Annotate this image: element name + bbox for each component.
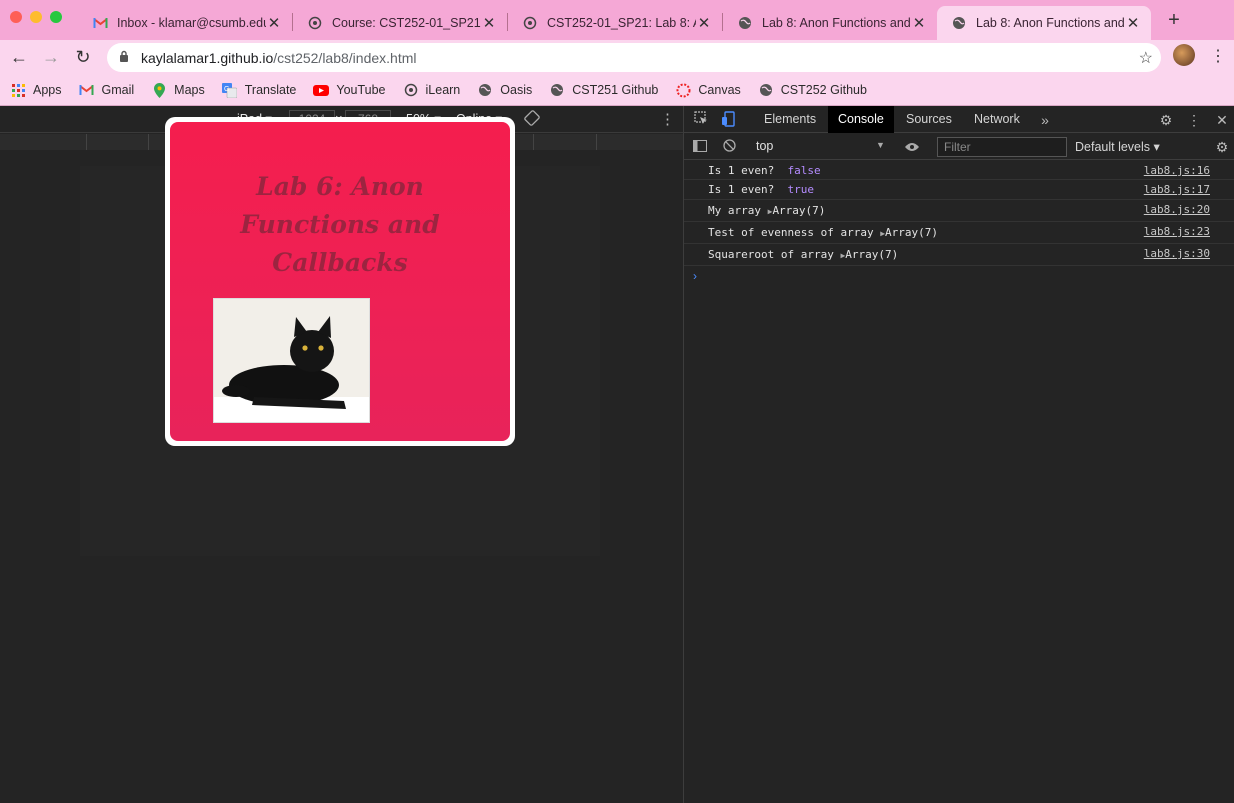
bookmark-gmail[interactable]: Gmail [79,82,134,98]
lock-icon [119,50,133,65]
ilearn-icon [307,15,323,31]
cat-photo [213,298,370,423]
translate-icon: G [222,82,238,98]
close-tab-icon[interactable]: ✕ [911,14,927,32]
source-link[interactable]: lab8.js:20 [1144,203,1210,216]
browser-tab[interactable]: Lab 8: Anon Functions and ✕ [723,6,937,40]
globe-icon [737,15,753,31]
ilearn-icon [403,82,419,98]
bookmark-maps[interactable]: Maps [151,82,205,98]
url-host: kaylalamar1.github.io [141,49,274,66]
source-link[interactable]: lab8.js:30 [1144,247,1210,260]
bookmark-oasis[interactable]: Oasis [477,82,532,98]
bookmark-ilearn[interactable]: iLearn [403,82,460,98]
url-path: /cst252/lab8/index.html [273,49,417,66]
browser-tab[interactable]: CST252-01_SP21: Lab 8: A ✕ [508,6,722,40]
source-link[interactable]: lab8.js:16 [1144,164,1210,177]
bookmark-translate[interactable]: G Translate [222,82,296,98]
page-title: Lab 6: Anon Functions and Callbacks [240,172,440,277]
tab-console[interactable]: Console [828,106,894,133]
lab-card-inner: Lab 6: Anon Functions and Callbacks [170,122,510,441]
tab-elements[interactable]: Elements [754,106,826,133]
devtools-tabbar: Elements Console Sources Network » ⚙ ⋮ ✕ [684,106,1234,133]
bookmark-youtube[interactable]: YouTube [313,82,386,98]
inspect-element-icon[interactable] [692,111,710,129]
browser-tab-active[interactable]: Lab 8: Anon Functions and ✕ [937,6,1151,40]
svg-text:G: G [224,86,229,93]
rotate-icon[interactable] [524,110,540,129]
profile-avatar[interactable] [1173,44,1195,66]
close-tab-icon[interactable]: ✕ [266,14,282,32]
bookmarks-bar: Apps Gmail Maps G Translate YouTube iLea… [0,75,1234,106]
devtools-panel: Elements Console Sources Network » ⚙ ⋮ ✕… [683,106,1234,803]
bookmark-canvas[interactable]: Canvas [675,82,741,98]
close-devtools-icon[interactable]: ✕ [1213,111,1231,129]
source-link[interactable]: lab8.js:17 [1144,183,1210,196]
bookmark-apps[interactable]: Apps [10,82,62,98]
globe-icon [549,82,565,98]
close-tab-icon[interactable]: ✕ [696,14,712,32]
sidebar-toggle-icon[interactable] [691,138,709,156]
reload-icon[interactable]: ↻ [71,46,95,70]
browser-toolbar: ← → ↻ kaylalamar1.github.io/cst252/lab8/… [0,40,1234,75]
device-more-icon[interactable]: ⋮ [660,110,675,128]
address-bar[interactable]: kaylalamar1.github.io/cst252/lab8/index.… [107,43,1161,72]
browser-tab[interactable]: Course: CST252-01_SP21: ✕ [293,6,507,40]
bookmark-cst252-github[interactable]: CST252 Github [758,82,867,98]
device-toggle-icon[interactable] [719,111,737,129]
maps-icon [151,82,167,98]
close-tab-icon[interactable]: ✕ [1125,14,1141,32]
console-filter-input[interactable]: Filter [937,137,1067,157]
console-log-row: Is 1 even? true lab8.js:17 [684,180,1234,200]
log-levels-select[interactable]: Default levels ▾ [1075,139,1160,154]
new-tab-button[interactable]: + [1164,9,1184,32]
console-prompt-icon[interactable]: › [693,269,697,283]
chevron-down-icon: ▼ [876,140,885,150]
lab-card: Lab 6: Anon Functions and Callbacks [165,117,515,446]
source-link[interactable]: lab8.js:23 [1144,225,1210,238]
console-log-row: Squareroot of array ▶Array(7) lab8.js:30 [684,244,1234,266]
apps-grid-icon [10,82,26,98]
globe-icon [951,15,967,31]
globe-icon [477,82,493,98]
tab-sources[interactable]: Sources [896,106,962,133]
console-toolbar: top ▼ Filter Default levels ▾ ⚙ [684,134,1234,160]
clear-console-icon[interactable] [720,138,738,156]
live-expression-eye-icon[interactable] [903,138,921,156]
minimize-window-button[interactable] [30,11,42,23]
gmail-icon [92,15,108,31]
more-tabs-icon[interactable]: » [1036,111,1054,129]
tab-network[interactable]: Network [964,106,1030,133]
tab-strip: Inbox - klamar@csumb.edu ✕ Course: CST25… [0,0,1234,40]
canvas-icon [675,82,691,98]
devtools-menu-icon[interactable]: ⋮ [1185,111,1203,129]
back-arrow-icon[interactable]: ← [7,46,31,70]
gmail-icon [79,82,95,98]
youtube-icon [313,82,330,98]
console-log-row: Test of evenness of array ▶Array(7) lab8… [684,222,1234,244]
console-log-row: Is 1 even? false lab8.js:16 [684,161,1234,180]
more-menu-icon[interactable]: ⋮ [1210,46,1226,66]
bookmark-star-icon[interactable]: ☆ [1139,48,1153,68]
console-log-row: My array ▶Array(7) lab8.js:20 [684,200,1234,222]
bookmark-cst251-github[interactable]: CST251 Github [549,82,658,98]
settings-gear-icon[interactable]: ⚙ [1157,111,1175,129]
close-window-button[interactable] [10,11,22,23]
console-settings-gear-icon[interactable]: ⚙ [1213,138,1231,156]
forward-arrow-icon[interactable]: → [39,46,63,70]
close-tab-icon[interactable]: ✕ [481,14,497,32]
context-select[interactable]: top [756,139,773,153]
maximize-window-button[interactable] [50,11,62,23]
browser-tab[interactable]: Inbox - klamar@csumb.edu ✕ [78,6,292,40]
globe-icon [758,82,774,98]
ilearn-icon [522,15,538,31]
